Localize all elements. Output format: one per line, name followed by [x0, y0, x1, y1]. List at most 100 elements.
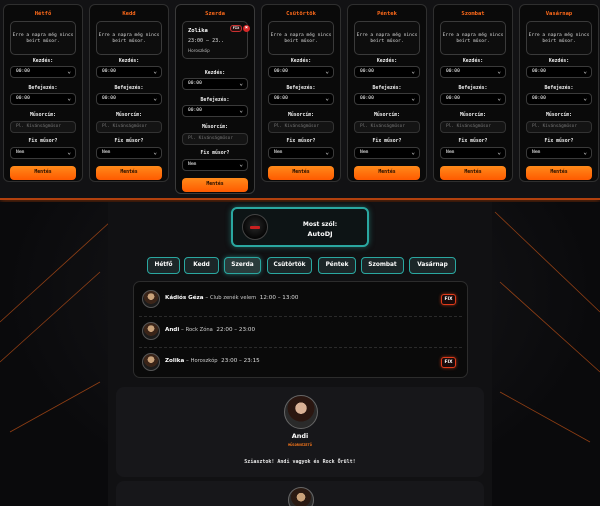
fix-badge[interactable]: FIX	[230, 25, 242, 32]
end-select[interactable]: 00:00 ⌄	[440, 93, 506, 105]
show-title-placeholder: Pl. Kívánságműsor	[188, 136, 233, 141]
fix-select[interactable]: Nem ⌄	[526, 147, 592, 159]
fix-badge: FIX	[441, 357, 456, 368]
schedule-row[interactable]: Andi – Rock Zóna 22:00 – 23:00	[139, 316, 462, 344]
save-button[interactable]: Mentés	[268, 166, 334, 180]
chevron-down-icon: ⌄	[325, 149, 329, 156]
fix-label: Fix műsor?	[200, 151, 230, 156]
end-label: Befejezés:	[28, 86, 58, 91]
fix-select[interactable]: Nem ⌄	[10, 147, 76, 159]
save-button[interactable]: Mentés	[354, 166, 420, 180]
streak-right-3	[499, 391, 591, 443]
day-column-0: Hétfő Erre a napra még nincs beírt műsor.…	[3, 4, 83, 182]
show-title-input[interactable]: Pl. Kívánságműsor	[10, 121, 76, 133]
show-title-input[interactable]: Pl. Kívánságműsor	[96, 121, 162, 133]
host-bio: Sziasztok! Andi vagyok és Rock Őrült!	[244, 459, 356, 465]
show-title-label: Műsorcím:	[546, 113, 572, 118]
tab-6[interactable]: Vasárnap	[409, 257, 456, 274]
day-title: Hétfő	[34, 11, 52, 17]
empty-day-notice: Erre a napra még nincs beírt műsor.	[268, 21, 334, 55]
streak-left-3	[9, 381, 101, 433]
save-button[interactable]: Mentés	[182, 178, 248, 192]
start-select[interactable]: 00:00 ⌄	[96, 66, 162, 78]
end-select[interactable]: 00:00 ⌄	[354, 93, 420, 105]
end-value: 00:00	[446, 96, 460, 101]
show-title-placeholder: Pl. Kívánságműsor	[274, 124, 319, 129]
tab-4[interactable]: Péntek	[318, 257, 356, 274]
fix-value: Nem	[274, 150, 283, 155]
show-title-placeholder: Pl. Kívánságműsor	[102, 124, 147, 129]
start-select[interactable]: 00:00 ⌄	[354, 66, 420, 78]
fix-label: Fix műsor?	[28, 139, 58, 144]
delete-icon[interactable]: ✖	[243, 25, 250, 32]
start-value: 00:00	[360, 69, 374, 74]
save-button[interactable]: Mentés	[526, 166, 592, 180]
save-button[interactable]: Mentés	[440, 166, 506, 180]
empty-day-notice: Erre a napra még nincs beírt műsor.	[440, 21, 506, 55]
start-select[interactable]: 00:00 ⌄	[440, 66, 506, 78]
show-title-placeholder: Pl. Kívánságműsor	[532, 124, 577, 129]
empty-day-notice: Erre a napra még nincs beírt műsor.	[96, 21, 162, 55]
start-label: Kezdés:	[204, 71, 226, 76]
start-select[interactable]: 00:00 ⌄	[526, 66, 592, 78]
show-title-input[interactable]: Pl. Kívánságműsor	[268, 121, 334, 133]
show-subtitle: Horoszkóp	[188, 48, 210, 53]
fix-select[interactable]: Nem ⌄	[96, 147, 162, 159]
now-playing-value: AutoDJ	[307, 230, 333, 238]
fix-select[interactable]: Nem ⌄	[354, 147, 420, 159]
start-value: 00:00	[532, 69, 546, 74]
chevron-down-icon: ⌄	[153, 68, 157, 75]
show-title-placeholder: Pl. Kívánságműsor	[360, 124, 405, 129]
end-value: 00:00	[360, 96, 374, 101]
show-title-input[interactable]: Pl. Kívánságműsor	[182, 133, 248, 145]
tab-1[interactable]: Kedd	[184, 257, 219, 274]
save-button[interactable]: Mentés	[10, 166, 76, 180]
fix-value: Nem	[446, 150, 455, 155]
start-value: 00:00	[274, 69, 288, 74]
tab-3[interactable]: Csütörtök	[267, 257, 312, 274]
day-column-1: Kedd Erre a napra még nincs beírt műsor. …	[89, 4, 169, 182]
chevron-down-icon: ⌄	[411, 68, 415, 75]
tab-5[interactable]: Szombat	[361, 257, 404, 274]
end-value: 00:00	[102, 96, 116, 101]
fix-label: Fix műsor?	[544, 139, 574, 144]
end-select[interactable]: 00:00 ⌄	[268, 93, 334, 105]
schedule-row[interactable]: Kádiós Géza – Club zenék velem 12:00 – 1…	[139, 285, 462, 313]
start-value: 00:00	[102, 69, 116, 74]
end-select[interactable]: 00:00 ⌄	[182, 105, 248, 117]
start-select[interactable]: 00:00 ⌄	[268, 66, 334, 78]
fix-value: Nem	[188, 162, 197, 167]
fix-select[interactable]: Nem ⌄	[268, 147, 334, 159]
day-column-2: Szerda Zolika 23:00 – 23.. Horoszkóp FIX…	[175, 4, 255, 194]
day-title: Vasárnap	[545, 11, 573, 17]
fix-label: Fix műsor?	[286, 139, 316, 144]
fix-select[interactable]: Nem ⌄	[440, 147, 506, 159]
end-select[interactable]: 00:00 ⌄	[526, 93, 592, 105]
end-label: Befejezés:	[286, 86, 316, 91]
fix-value: Nem	[16, 150, 25, 155]
show-title-label: Műsorcím:	[374, 113, 400, 118]
show-title-input[interactable]: Pl. Kívánságműsor	[526, 121, 592, 133]
show-time: 23:00 – 23..	[188, 38, 225, 44]
tab-2[interactable]: Szerda	[224, 257, 261, 274]
fix-select[interactable]: Nem ⌄	[182, 159, 248, 171]
start-select[interactable]: 00:00 ⌄	[182, 78, 248, 90]
start-label: Kezdés:	[462, 59, 484, 64]
chevron-down-icon: ⌄	[325, 68, 329, 75]
show-title-input[interactable]: Pl. Kívánságműsor	[440, 121, 506, 133]
start-select[interactable]: 00:00 ⌄	[10, 66, 76, 78]
show-title-input[interactable]: Pl. Kívánságműsor	[354, 121, 420, 133]
end-select[interactable]: 00:00 ⌄	[96, 93, 162, 105]
day-column-3: Csütörtök Erre a napra még nincs beírt mű…	[261, 4, 341, 182]
chevron-down-icon: ⌄	[67, 149, 71, 156]
start-value: 00:00	[16, 69, 30, 74]
chevron-down-icon: ⌄	[583, 149, 587, 156]
show-title-label: Műsorcím:	[30, 113, 56, 118]
save-button[interactable]: Mentés	[96, 166, 162, 180]
end-label: Befejezés:	[372, 86, 402, 91]
streak-left-1	[0, 221, 111, 323]
end-select[interactable]: 00:00 ⌄	[10, 93, 76, 105]
empty-day-notice: Erre a napra még nincs beírt műsor.	[10, 21, 76, 55]
tab-0[interactable]: Hétfő	[147, 257, 180, 274]
schedule-row[interactable]: Zolika – Horoszkóp 23:00 – 23:15 FIX	[139, 347, 462, 375]
